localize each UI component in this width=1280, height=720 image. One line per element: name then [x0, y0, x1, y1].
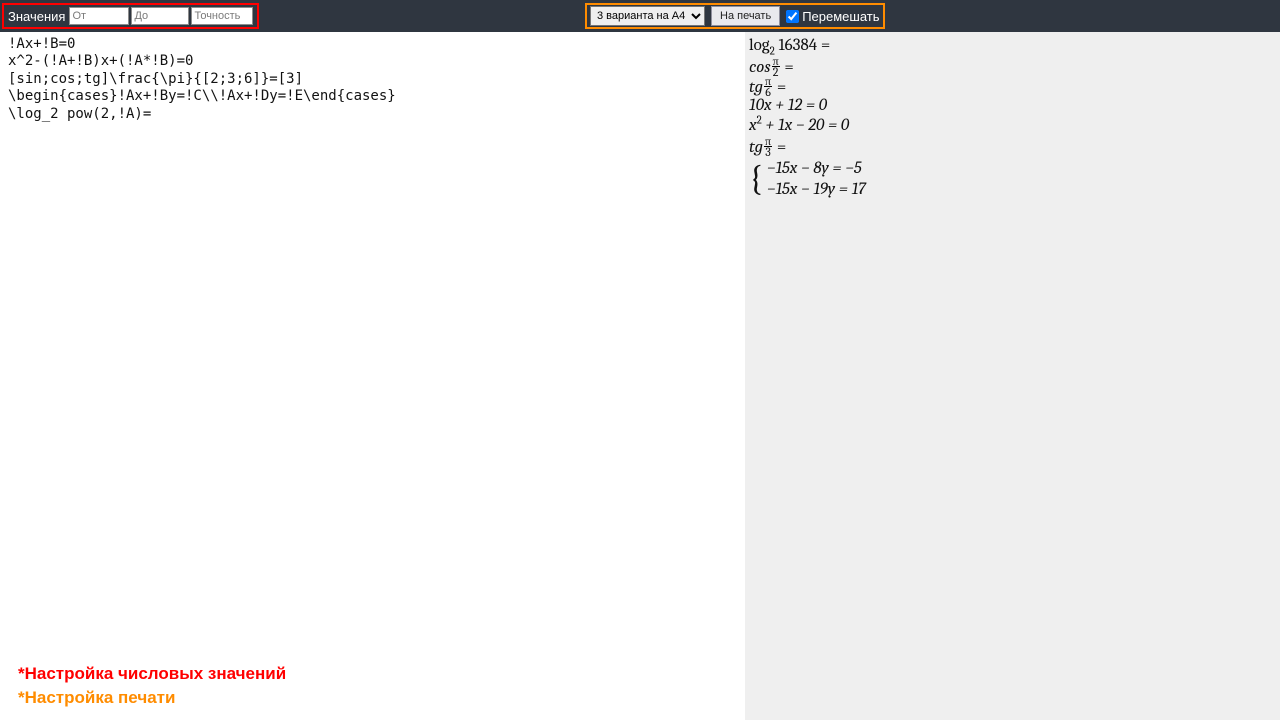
values-settings-group: Значения [2, 3, 259, 29]
math-line: tgπ6 = [749, 76, 866, 96]
source-editor-pane: !Ax+!B=0 x^2-(!A+!B)x+(!A*!B)=0 [sin;cos… [0, 32, 745, 720]
range-from-input[interactable] [69, 7, 129, 25]
content-area: !Ax+!B=0 x^2-(!A+!B)x+(!A*!B)=0 [sin;cos… [0, 32, 1280, 720]
editor-line: [sin;cos;tg]\frac{\pi}{[2;3;6]}=[3] [8, 71, 303, 87]
shuffle-checkbox[interactable] [786, 10, 799, 23]
precision-input[interactable] [191, 7, 253, 25]
editor-line: x^2-(!A+!B)x+(!A*!B)=0 [8, 53, 193, 69]
topbar: Значения 3 варианта на А4 На печать Пере… [0, 0, 1280, 32]
legend-print: *Настройка печати [18, 686, 286, 710]
brace-icon: { [749, 161, 763, 197]
print-settings-group: 3 варианта на А4 На печать Перемешать [585, 3, 885, 29]
variants-select[interactable]: 3 варианта на А4 [590, 6, 705, 26]
source-editor[interactable]: !Ax+!B=0 x^2-(!A+!B)x+(!A*!B)=0 [sin;cos… [0, 32, 745, 127]
values-label: Значения [6, 9, 69, 24]
range-to-input[interactable] [131, 7, 189, 25]
math-system: { −15x − 8y = −5 −15x − 19y = 17 [749, 158, 866, 200]
shuffle-toggle[interactable]: Перемешать [786, 9, 879, 24]
math-line: 10x + 12 = 0 [749, 96, 866, 116]
math-line: log2 16384 = [749, 36, 866, 56]
legend-values: *Настройка числовых значений [18, 662, 286, 686]
math-line: x2 + 1x − 20 = 0 [749, 116, 866, 136]
math-line: −15x − 8y = −5 [767, 158, 866, 179]
print-button[interactable]: На печать [711, 6, 780, 26]
legend: *Настройка числовых значений *Настройка … [18, 662, 286, 710]
math-line: −15x − 19y = 17 [767, 179, 866, 200]
editor-line: !Ax+!B=0 [8, 36, 75, 52]
editor-line: \log_2 pow(2,!A)= [8, 106, 151, 122]
editor-line: \begin{cases}!Ax+!By=!C\\!Ax+!Dy=!E\end{… [8, 88, 396, 104]
math-line: tgπ3 = [749, 136, 866, 156]
shuffle-label: Перемешать [802, 9, 879, 24]
math-line: cosπ2 = [749, 56, 866, 76]
math-output: log2 16384 = cosπ2 = tgπ6 = 10x + 12 = 0… [749, 36, 866, 200]
preview-pane: log2 16384 = cosπ2 = tgπ6 = 10x + 12 = 0… [745, 32, 1280, 720]
